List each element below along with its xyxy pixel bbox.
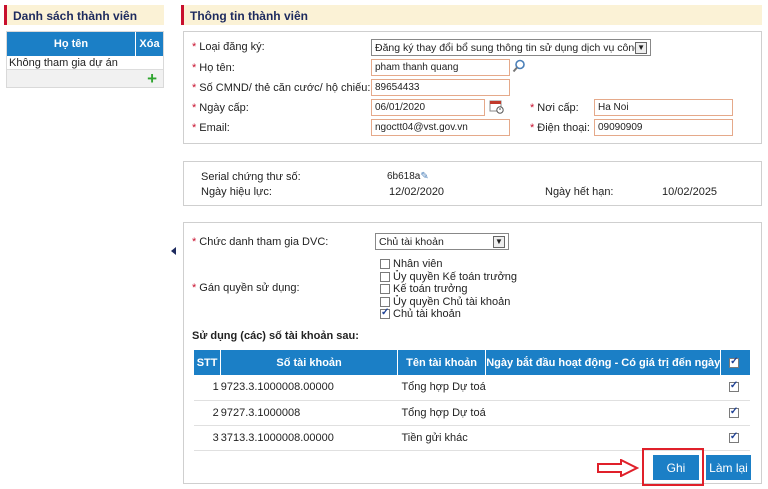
pen-icon: ✎: [420, 171, 429, 182]
calendar-icon[interactable]: [489, 99, 504, 114]
checkbox[interactable]: [380, 307, 390, 320]
plus-icon[interactable]: +: [147, 70, 157, 87]
serial-label: Serial chứng thư số:: [201, 171, 301, 183]
member-info-title: Thông tin thành viên: [181, 5, 762, 25]
member-info-title-text: Thông tin thành viên: [190, 9, 308, 23]
member-list-header: Họ tên Xóa: [7, 32, 163, 56]
reg-type-label: * Loại đăng ký:: [192, 41, 265, 53]
row-active-dates: [485, 375, 721, 401]
id-label: * Số CMND/ thẻ căn cước/ hộ chiếu:: [192, 82, 371, 94]
select-all-checkbox[interactable]: [729, 356, 740, 368]
checkbox[interactable]: [380, 259, 390, 270]
checkbox[interactable]: [380, 271, 390, 282]
row-account-name: Tiền gửi khác: [397, 425, 486, 451]
chevron-down-icon: ▼: [635, 41, 647, 54]
table-row: 2 9727.3.1000008 Tổng hợp Dự toá: [194, 400, 750, 426]
row-account-name: Tổng hợp Dự toá: [397, 400, 486, 426]
col-active-dates: Ngày bắt đầu hoạt động - Có giá trị đến …: [485, 350, 722, 375]
phone-label: * Điện thoại:: [530, 122, 590, 134]
checkbox[interactable]: [380, 284, 390, 295]
add-row: +: [7, 70, 163, 87]
valid-date-label: Ngày hiệu lực:: [201, 186, 272, 198]
reg-type-select[interactable]: Đăng ký thay đổi bổ sung thông tin sử dụ…: [371, 39, 651, 56]
name-field[interactable]: pham thanh quang: [371, 59, 510, 76]
expire-date-label: Ngày hết hạn:: [545, 186, 614, 198]
row-checkbox[interactable]: [728, 380, 739, 393]
id-field[interactable]: 89654433: [371, 79, 510, 96]
row-checkbox-cell[interactable]: [720, 425, 750, 451]
perm-list: Nhân viên Ủy quyền Kế toán trưởng Kế toá…: [380, 258, 517, 321]
col-account-number: Số tài khoản: [220, 350, 398, 375]
table-row: 1 9723.3.1000008.00000 Tổng hợp Dự toá: [194, 375, 750, 401]
row-active-dates: [485, 400, 721, 426]
perm-item-delegate-chief-accountant[interactable]: Ủy quyền Kế toán trưởng: [380, 271, 517, 284]
name-label: * Họ tên:: [192, 62, 235, 74]
row-account-number: 3713.3.1000008.00000: [220, 425, 398, 451]
col-account-name: Tên tài khoản: [397, 350, 487, 375]
collapse-toggle-icon[interactable]: [170, 246, 178, 256]
role-title-label: * Chức danh tham gia DVC:: [192, 236, 329, 248]
expire-date-value: 10/02/2025: [662, 186, 718, 198]
email-field[interactable]: ngoctt04@vst.gov.vn: [371, 119, 510, 136]
member-row[interactable]: Không tham gia dự án: [7, 56, 163, 70]
accounts-table: STT Số tài khoản Tên tài khoản Ngày bắt …: [194, 350, 750, 451]
reset-button[interactable]: Làm lại: [706, 455, 751, 480]
checkbox[interactable]: [380, 296, 390, 307]
row-checkbox-cell[interactable]: [720, 375, 750, 401]
row-account-number: 9723.3.1000008.00000: [220, 375, 398, 401]
perm-item-chief-accountant[interactable]: Kế toán trưởng: [380, 283, 517, 296]
table-row: 3 3713.3.1000008.00000 Tiền gửi khác: [194, 425, 750, 451]
col-select-all[interactable]: [720, 350, 750, 375]
row-checkbox[interactable]: [728, 431, 739, 443]
issue-date-field[interactable]: 06/01/2020: [371, 99, 485, 116]
perm-item-delegate-owner[interactable]: Ủy quyền Chủ tài khoản: [380, 296, 517, 309]
col-name-header: Họ tên: [7, 32, 136, 56]
email-label: * Email:: [192, 122, 230, 134]
valid-date-value: 12/02/2020: [389, 186, 445, 198]
search-icon[interactable]: [512, 59, 526, 73]
issue-date-label: * Ngày cấp:: [192, 102, 249, 114]
col-delete-header: Xóa: [139, 38, 160, 50]
row-checkbox-cell[interactable]: [720, 400, 750, 426]
issue-place-label: * Nơi cấp:: [530, 102, 579, 114]
accounts-heading: Sử dụng (các) số tài khoản sau:: [192, 330, 359, 342]
accounts-header-row: STT Số tài khoản Tên tài khoản Ngày bắt …: [194, 350, 750, 375]
issue-place-field[interactable]: Ha Noi: [594, 99, 733, 116]
row-active-dates: [485, 425, 721, 451]
perm-item-staff[interactable]: Nhân viên: [380, 258, 517, 271]
member-list-title-text: Danh sách thành viên: [13, 9, 138, 23]
row-account-number: 9727.3.1000008: [220, 400, 398, 426]
member-list-table: Họ tên Xóa Không tham gia dự án +: [6, 31, 164, 88]
perm-label: * Gán quyền sử dụng:: [192, 282, 300, 294]
row-checkbox[interactable]: [728, 406, 739, 418]
row-stt: 2: [194, 400, 221, 426]
pointer-arrow-icon: [597, 458, 640, 478]
role-title-select[interactable]: Chủ tài khoản ▼: [375, 233, 509, 250]
certificate-box: [183, 161, 762, 206]
row-stt: 1: [194, 375, 221, 401]
role-title-value: Chủ tài khoản: [379, 235, 444, 248]
reg-type-value: Đăng ký thay đổi bổ sung thông tin sử dụ…: [375, 41, 636, 54]
save-button[interactable]: Ghi: [653, 455, 699, 480]
chevron-down-icon: ▼: [493, 235, 505, 248]
col-stt: STT: [194, 350, 222, 375]
member-list-title: Danh sách thành viên: [4, 5, 164, 25]
serial-value: 6b618a✎: [387, 171, 429, 182]
row-stt: 3: [194, 425, 221, 451]
perm-item-owner[interactable]: Chủ tài khoản: [380, 307, 517, 321]
phone-field[interactable]: 09090909: [594, 119, 733, 136]
row-account-name: Tổng hợp Dự toá: [397, 375, 486, 401]
